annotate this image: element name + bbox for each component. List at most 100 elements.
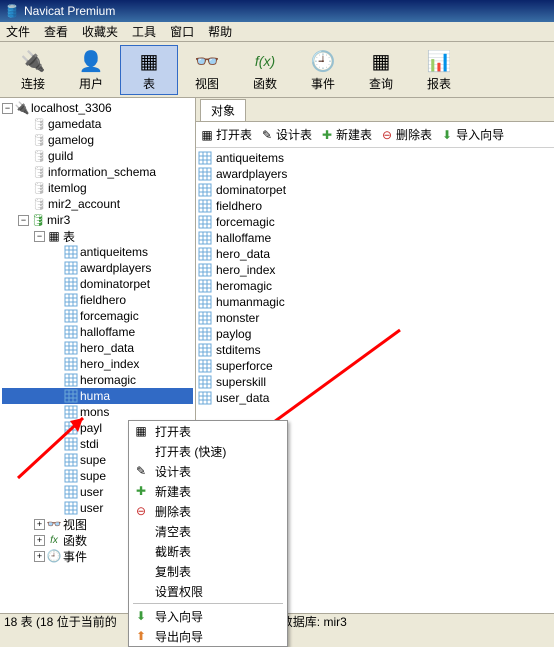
tree-table-item[interactable]: forcemagic [2,308,193,324]
database-icon: 🛢 [32,197,46,211]
database-icon: 🛢 [32,133,46,147]
query-icon: ▦ [372,47,391,75]
list-table-item[interactable]: stditems [198,342,552,358]
action-import[interactable]: ⬇导入向导 [440,126,504,143]
list-table-item[interactable]: hero_index [198,262,552,278]
menu-file[interactable]: 文件 [6,23,30,40]
tree-table-item[interactable]: dominatorpet [2,276,193,292]
tree-db-mir3[interactable]: − 🛢 mir3 [2,212,193,228]
tree-table-item[interactable]: hero_index [2,356,193,372]
ctx-open-fast[interactable]: 打开表 (快速) [129,441,287,461]
action-delete-table[interactable]: ⊖删除表 [380,126,432,143]
table-icon [64,469,78,483]
list-table-item[interactable]: fieldhero [198,198,552,214]
ctx-open-table[interactable]: ▦打开表 [129,421,287,441]
tree-db[interactable]: 🛢guild [2,148,193,164]
table-icon [64,485,78,499]
table-icon [198,231,212,245]
tree-db[interactable]: 🛢gamelog [2,132,193,148]
toolbar: 🔌连接 👤用户 ▦表 👓视图 f(x)函数 🕘事件 ▦查询 📊报表 [0,42,554,98]
ctx-delete-table[interactable]: ⊖删除表 [129,501,287,521]
tree-table-item[interactable]: hero_data [2,340,193,356]
tree-connection[interactable]: − 🔌 localhost_3306 [2,100,193,116]
tree-table-item[interactable]: heromagic [2,372,193,388]
list-table-item[interactable]: hero_data [198,246,552,262]
tree-db[interactable]: 🛢itemlog [2,180,193,196]
toolbar-query[interactable]: ▦查询 [352,45,410,95]
ctx-import[interactable]: ⬇导入向导 [129,606,287,626]
tree-table-item[interactable]: antiqueitems [2,244,193,260]
toolbar-table[interactable]: ▦表 [120,45,178,95]
table-icon [198,215,212,229]
menu-favorites[interactable]: 收藏夹 [82,23,118,40]
expander-icon[interactable]: + [34,551,45,562]
function-icon: f(x) [255,47,275,75]
table-icon [198,151,212,165]
ctx-design-table[interactable]: ✎设计表 [129,461,287,481]
list-table-item[interactable]: heromagic [198,278,552,294]
ctx-set-privileges[interactable]: 设置权限 [129,581,287,601]
design-icon: ✎ [133,463,149,479]
menu-view[interactable]: 查看 [44,23,68,40]
tree-db[interactable]: 🛢gamedata [2,116,193,132]
list-table-item[interactable]: superforce [198,358,552,374]
tree-table-item[interactable]: huma [2,388,193,404]
ctx-new-table[interactable]: ✚新建表 [129,481,287,501]
status-count: 18 表 (18 位于当前的 [4,613,117,630]
action-bar: ▦打开表 ✎设计表 ✚新建表 ⊖删除表 ⬇导入向导 [196,122,554,148]
list-table-item[interactable]: dominatorpet [198,182,552,198]
toolbar-report[interactable]: 📊报表 [410,45,468,95]
menu-help[interactable]: 帮助 [208,23,232,40]
ctx-truncate-table[interactable]: 截断表 [129,541,287,561]
table-icon [64,389,78,403]
expander-icon[interactable]: + [34,519,45,530]
action-design-table[interactable]: ✎设计表 [260,126,312,143]
list-table-item[interactable]: superskill [198,374,552,390]
menubar: 文件 查看 收藏夹 工具 窗口 帮助 [0,22,554,42]
ctx-export[interactable]: ⬆导出向导 [129,626,287,646]
tree-db[interactable]: 🛢information_schema [2,164,193,180]
clock-icon: 🕘 [311,47,336,75]
delete-icon: ⊖ [133,503,149,519]
window-title: Navicat Premium [24,4,115,18]
expander-icon[interactable]: + [34,535,45,546]
table-icon [198,279,212,293]
table-icon [198,199,212,213]
list-table-item[interactable]: user_data [198,390,552,406]
list-table-item[interactable]: awardplayers [198,166,552,182]
tree-table-item[interactable]: awardplayers [2,260,193,276]
table-icon [64,453,78,467]
toolbar-user[interactable]: 👤用户 [62,45,120,95]
list-table-item[interactable]: humanmagic [198,294,552,310]
list-table-item[interactable]: forcemagic [198,214,552,230]
plus-icon: ✚ [320,128,334,142]
context-menu: ▦打开表 打开表 (快速) ✎设计表 ✚新建表 ⊖删除表 清空表 截断表 复制表… [128,420,288,647]
toolbar-function[interactable]: f(x)函数 [236,45,294,95]
toolbar-connection[interactable]: 🔌连接 [4,45,62,95]
action-open-table[interactable]: ▦打开表 [200,126,252,143]
action-new-table[interactable]: ✚新建表 [320,126,372,143]
expander-icon[interactable]: − [18,215,29,226]
tab-objects[interactable]: 对象 [200,99,246,121]
list-table-item[interactable]: halloffame [198,230,552,246]
expander-icon[interactable]: − [2,103,13,114]
toolbar-view[interactable]: 👓视图 [178,45,236,95]
menu-window[interactable]: 窗口 [170,23,194,40]
tree-folder-tables[interactable]: − ▦ 表 [2,228,193,244]
tree-table-item[interactable]: mons [2,404,193,420]
list-table-item[interactable]: paylog [198,326,552,342]
tree-db[interactable]: 🛢mir2_account [2,196,193,212]
toolbar-event[interactable]: 🕘事件 [294,45,352,95]
ctx-copy-table[interactable]: 复制表 [129,561,287,581]
app-icon: 🛢️ [4,3,20,19]
list-table-item[interactable]: antiqueitems [198,150,552,166]
table-icon [198,295,212,309]
list-table-item[interactable]: monster [198,310,552,326]
table-icon [198,263,212,277]
ctx-empty-table[interactable]: 清空表 [129,521,287,541]
report-icon: 📊 [427,47,452,75]
expander-icon[interactable]: − [34,231,45,242]
tree-table-item[interactable]: fieldhero [2,292,193,308]
menu-tools[interactable]: 工具 [132,23,156,40]
tree-table-item[interactable]: halloffame [2,324,193,340]
